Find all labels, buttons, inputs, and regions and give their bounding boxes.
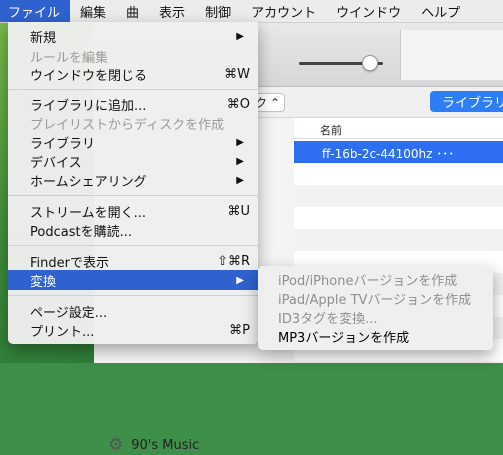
sidebar-item-90s-music[interactable]: ⚙ 90's Music xyxy=(108,437,199,454)
menu-item-label: デバイス xyxy=(30,155,82,171)
submenu-item-create-mp3-version[interactable]: MP3バージョンを作成 xyxy=(278,326,409,346)
sidebar-item-label: 90's Music xyxy=(131,438,200,453)
track-name: ff-16b-2c-44100hz ･･･ xyxy=(322,147,455,161)
menu-item-convert[interactable]: 変換 ▶ xyxy=(8,270,258,290)
menu-item-devices[interactable]: デバイス ▶ xyxy=(8,151,258,171)
menu-account[interactable]: アカウント xyxy=(241,0,326,22)
menu-separator xyxy=(8,245,258,246)
menu-item-burn-playlist: プレイリストからディスクを作成 xyxy=(8,113,258,133)
submenu-item-convert-id3-tags: ID3タグを変換... xyxy=(278,311,378,327)
menu-item-add-to-library[interactable]: ライブラリに追加... ⌘O xyxy=(8,94,258,114)
menu-item-library[interactable]: ライブラリ ▶ xyxy=(8,132,258,152)
menu-item-label: ライブラリ xyxy=(30,136,96,152)
submenu-item-ipod-iphone-version: iPod/iPhoneバージョンを作成 xyxy=(278,273,458,289)
shortcut-label: ⇧⌘R xyxy=(217,253,250,269)
submenu-arrow-icon: ▶ xyxy=(236,155,244,167)
menu-separator xyxy=(8,295,258,296)
menu-item-label: ホームシェアリング xyxy=(30,174,147,190)
menu-song[interactable]: 曲 xyxy=(116,0,149,22)
menu-item-print[interactable]: プリント... ⌘P xyxy=(8,320,258,340)
shortcut-label: ⌘U xyxy=(227,203,250,219)
convert-submenu: iPod/iPhoneバージョンを作成 iPad/Apple TVバージョンを作… xyxy=(258,266,493,350)
menu-item-label: ライブラリに追加... xyxy=(30,98,147,114)
column-header-name[interactable]: 名前 xyxy=(294,118,503,139)
submenu-arrow-icon: ▶ xyxy=(236,174,244,186)
menu-separator xyxy=(8,89,258,90)
menu-item-label: プリント... xyxy=(30,324,95,340)
file-menu: 新規 ▶ ルールを編集 ウインドウを閉じる ⌘W ライブラリに追加... ⌘O … xyxy=(8,22,258,344)
submenu-arrow-icon: ▶ xyxy=(236,136,244,148)
menu-view[interactable]: 表示 xyxy=(149,0,195,22)
menu-item-label: Finderで表示 xyxy=(30,255,109,271)
menu-item-label: 新規 xyxy=(30,30,57,46)
shortcut-label: ⌘P xyxy=(229,322,250,338)
menu-edit[interactable]: 編集 xyxy=(70,0,116,22)
table-row-selected[interactable]: ff-16b-2c-44100hz ･･･ xyxy=(294,141,503,163)
shortcut-label: ⌘W xyxy=(224,66,250,82)
gear-icon: ⚙ xyxy=(108,435,124,455)
menu-item-label: ウインドウを閉じる xyxy=(30,68,148,84)
menu-separator xyxy=(8,195,258,196)
menu-item-label: ストリームを開く... xyxy=(30,205,147,221)
menu-item-open-stream[interactable]: ストリームを開く... ⌘U xyxy=(8,201,258,221)
menu-item-label: ページ設定... xyxy=(30,305,108,321)
menu-bar: ファイル 編集 曲 表示 制御 アカウント ウインドウ ヘルプ xyxy=(0,0,503,23)
menu-item-label: Podcastを購読... xyxy=(30,224,132,240)
submenu-item-ipad-appletv-version: iPad/Apple TVバージョンを作成 xyxy=(278,292,472,308)
menu-item-page-setup[interactable]: ページ設定... xyxy=(8,301,258,321)
volume-slider-knob[interactable] xyxy=(362,55,379,71)
menu-item-subscribe-podcast[interactable]: Podcastを購読... xyxy=(8,220,258,240)
menu-file[interactable]: ファイル xyxy=(0,0,71,22)
column-header-label: 名前 xyxy=(320,124,342,137)
menu-item-edit-rule: ルールを編集 xyxy=(8,46,258,66)
menu-item-label: プレイリストからディスクを作成 xyxy=(30,117,225,133)
submenu-arrow-icon: ▶ xyxy=(236,274,244,286)
select-arrows-icon: ⌃ xyxy=(270,95,281,110)
menu-item-label: ルールを編集 xyxy=(30,50,109,66)
menu-item-label: 変換 xyxy=(30,274,57,290)
menu-item-close-window[interactable]: ウインドウを閉じる ⌘W xyxy=(8,64,258,84)
menu-item-new[interactable]: 新規 ▶ xyxy=(8,26,258,46)
menu-item-home-sharing[interactable]: ホームシェアリング ▶ xyxy=(8,170,258,190)
menu-controls[interactable]: 制御 xyxy=(195,0,241,22)
menu-item-show-in-finder[interactable]: Finderで表示 ⇧⌘R xyxy=(8,251,258,271)
library-button[interactable]: ライブラリ xyxy=(430,91,503,112)
submenu-arrow-icon: ▶ xyxy=(236,30,244,42)
menu-window[interactable]: ウインドウ xyxy=(326,0,411,22)
shortcut-label: ⌘O xyxy=(226,96,250,112)
menu-help[interactable]: ヘルプ xyxy=(411,0,470,22)
now-playing-display xyxy=(400,30,503,80)
media-kind-select[interactable]: ク ⌃ xyxy=(254,93,286,112)
